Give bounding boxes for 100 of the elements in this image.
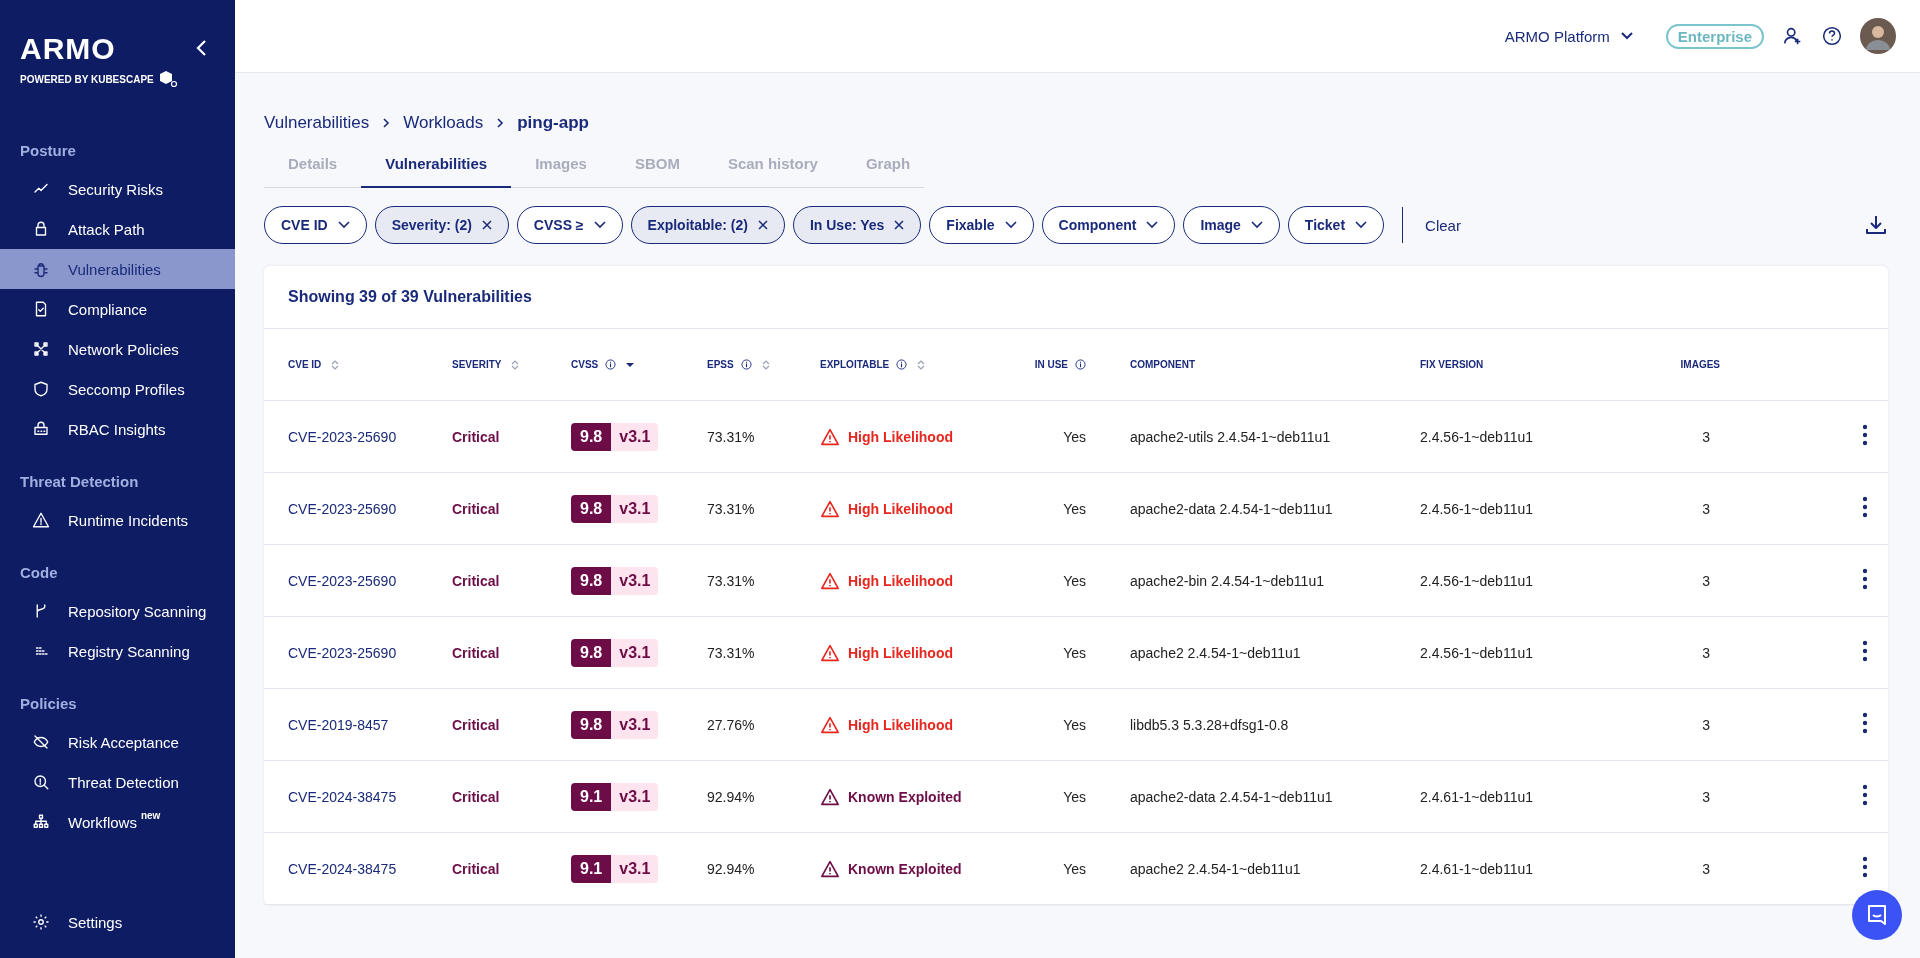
- breadcrumb-item[interactable]: Workloads: [403, 113, 484, 133]
- filter-chip[interactable]: Severity: (2): [374, 206, 509, 244]
- filter-chip[interactable]: Image: [1183, 206, 1280, 244]
- table-cell: apache2 2.4.54-1~deb11u1: [1130, 860, 1301, 877]
- chat-icon: [1865, 903, 1889, 927]
- table-cell: 73.31%: [707, 572, 755, 589]
- column-header[interactable]: IMAGES: [1680, 359, 1720, 370]
- table-cell: Yes: [1063, 788, 1086, 805]
- column-header[interactable]: FIX VERSION: [1420, 359, 1484, 370]
- tab[interactable]: Vulnerabilities: [361, 143, 512, 188]
- cve-link[interactable]: CVE-2023-25690: [288, 572, 397, 589]
- nav-icon: [32, 773, 50, 791]
- table-cell: 3: [1702, 788, 1710, 805]
- more-icon[interactable]: [1862, 856, 1868, 878]
- nav-item[interactable]: Attack Path: [0, 209, 235, 249]
- plan-badge: Enterprise: [1665, 23, 1764, 49]
- sort-icon[interactable]: [511, 359, 520, 370]
- collapse-icon[interactable]: [195, 38, 209, 58]
- warning-icon: [820, 715, 840, 734]
- filter-chip[interactable]: CVSS ≥: [516, 206, 623, 244]
- clear-link[interactable]: Clear: [1419, 215, 1467, 235]
- table-cell: 3: [1702, 716, 1710, 733]
- table-cell: 2.4.56-1~deb11u1: [1420, 644, 1533, 661]
- cve-link[interactable]: CVE-2023-25690: [288, 500, 397, 517]
- column-header[interactable]: CVE ID: [288, 359, 340, 370]
- nav-item[interactable]: RBAC Insights: [0, 409, 235, 449]
- table-cell: 73.31%: [707, 644, 755, 661]
- nav-item[interactable]: Registry Scanning: [0, 631, 235, 671]
- breadcrumb-item: ping-app: [517, 113, 589, 133]
- severity-label: Critical: [452, 716, 500, 733]
- sort-icon[interactable]: [331, 359, 340, 370]
- chevron-icon: [381, 117, 392, 129]
- breadcrumb-item[interactable]: Vulnerabilities: [264, 113, 370, 133]
- nav-item[interactable]: Settings: [0, 902, 235, 942]
- more-icon[interactable]: [1862, 712, 1868, 734]
- cve-link[interactable]: CVE-2024-38475: [288, 788, 397, 805]
- warning-icon: [820, 643, 840, 662]
- severity-label: Critical: [452, 644, 500, 661]
- filter-chip[interactable]: In Use: Yes: [792, 206, 922, 244]
- filter-chip[interactable]: Ticket: [1287, 206, 1385, 244]
- help-icon[interactable]: [1822, 26, 1842, 46]
- caret-icon: [1619, 31, 1634, 41]
- download-icon[interactable]: [1864, 213, 1888, 237]
- tagline: POWERED BY KUBESCAPE: [20, 73, 154, 85]
- nav-icon: [32, 340, 50, 358]
- nav-item[interactable]: Vulnerabilities: [0, 249, 235, 289]
- column-header[interactable]: EXPLOITABLE: [820, 359, 926, 370]
- cve-link[interactable]: CVE-2023-25690: [288, 644, 397, 661]
- filter-chip[interactable]: Exploitable: (2): [630, 206, 785, 244]
- warning-icon: [820, 499, 840, 518]
- more-icon[interactable]: [1862, 496, 1868, 518]
- exploitable-label: High Likelihood: [848, 572, 953, 589]
- platform-dropdown[interactable]: ARMO Platform: [1498, 26, 1640, 46]
- cve-link[interactable]: CVE-2019-8457: [288, 716, 389, 733]
- column-header[interactable]: EPSS: [707, 359, 770, 370]
- filter-chip[interactable]: Fixable: [929, 206, 1034, 244]
- nav-item[interactable]: Repository Scanning: [0, 591, 235, 631]
- cve-link[interactable]: CVE-2023-25690: [288, 428, 397, 445]
- nav-item[interactable]: Compliance: [0, 289, 235, 329]
- sort-icon[interactable]: [917, 359, 926, 370]
- nav-item[interactable]: Network Policies: [0, 329, 235, 369]
- close-icon: [894, 220, 905, 230]
- info-icon: [740, 359, 752, 370]
- section-title: Code: [19, 564, 59, 581]
- nav-item[interactable]: Workflows $^{new}$: [0, 802, 235, 842]
- more-icon[interactable]: [1862, 784, 1868, 806]
- nav-icon: [32, 511, 50, 529]
- column-header[interactable]: SEVERITY: [452, 359, 520, 370]
- nav-item[interactable]: Risk Acceptance: [0, 722, 235, 762]
- table-cell: 73.31%: [707, 428, 755, 445]
- table-cell: Yes: [1063, 644, 1086, 661]
- table-cell: 3: [1702, 644, 1710, 661]
- exploitable-label: High Likelihood: [848, 500, 953, 517]
- nav-item[interactable]: Seccomp Profiles: [0, 369, 235, 409]
- table-cell: apache2 2.4.54-1~deb11u1: [1130, 644, 1301, 661]
- sort-icon[interactable]: [761, 359, 770, 370]
- column-header[interactable]: CVSS: [571, 359, 635, 370]
- table-cell: 2.4.61-1~deb11u1: [1420, 788, 1533, 805]
- nav-item[interactable]: Threat Detection: [0, 762, 235, 802]
- exploitable-label: Known Exploited: [848, 860, 962, 877]
- avatar[interactable]: [1860, 18, 1896, 54]
- more-icon[interactable]: [1862, 424, 1868, 446]
- nav-item[interactable]: Security Risks: [0, 169, 235, 209]
- chat-button[interactable]: [1852, 890, 1902, 940]
- sort-desc-icon[interactable]: [626, 361, 635, 368]
- column-header[interactable]: IN USE: [1034, 359, 1086, 370]
- caret-icon: [1250, 221, 1263, 229]
- filter-chip[interactable]: Component: [1041, 206, 1176, 244]
- cve-link[interactable]: CVE-2024-38475: [288, 860, 397, 877]
- more-icon[interactable]: [1862, 640, 1868, 662]
- more-icon[interactable]: [1862, 568, 1868, 590]
- column-header[interactable]: COMPONENT: [1130, 359, 1195, 370]
- section-title: Posture: [19, 142, 77, 159]
- table-cell: Yes: [1063, 716, 1086, 733]
- table-cell: Yes: [1063, 860, 1086, 877]
- caret-icon: [337, 221, 350, 229]
- filter-chip[interactable]: CVE ID: [264, 206, 367, 244]
- nav-item[interactable]: Runtime Incidents: [0, 500, 235, 540]
- table-cell: apache2-data 2.4.54-1~deb11u1: [1130, 500, 1333, 517]
- warning-icon: [820, 571, 840, 590]
